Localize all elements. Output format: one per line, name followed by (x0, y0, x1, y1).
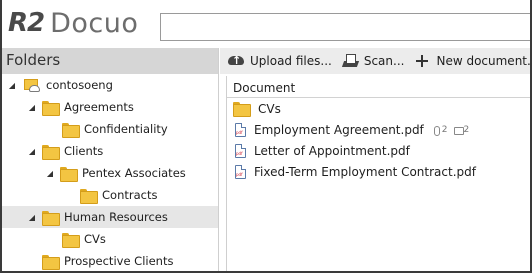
scan-button[interactable]: Scan... (342, 53, 405, 69)
scanner-icon (342, 53, 359, 69)
folder-icon (233, 102, 251, 117)
folder-icon (80, 188, 98, 204)
tree-item-clients[interactable]: ◢ Clients (2, 140, 218, 162)
folders-sidebar: Folders ◢ contosoeng ◢ Agreements Confid… (2, 48, 219, 271)
tree-item-label: Prospective Clients (64, 254, 174, 268)
tree-item-contosoeng[interactable]: ◢ contosoeng (2, 74, 218, 96)
logo[interactable]: R2 Docuo (8, 7, 139, 39)
tree-item-prospective-clients[interactable]: Prospective Clients (2, 250, 218, 271)
list-item[interactable]: CVs (227, 98, 530, 119)
toolbar: Upload files... Scan... New document... (220, 48, 530, 74)
pdf-file-icon (235, 122, 246, 137)
attachment-count: 2 (441, 124, 448, 135)
paperclip-icon (432, 125, 440, 136)
header: R2 Docuo (2, 0, 530, 46)
pdf-file-icon (235, 164, 246, 179)
tree-item-label: Contracts (102, 188, 158, 202)
tree-item-cvs[interactable]: CVs (2, 228, 218, 250)
document-name: CVs (258, 101, 281, 116)
pdf-file-icon (235, 143, 246, 158)
collapse-arrow-icon[interactable]: ◢ (26, 147, 38, 156)
cloud-upload-icon (228, 53, 245, 69)
tree-item-label: Clients (64, 144, 104, 158)
folder-icon (42, 210, 60, 226)
folder-icon (62, 122, 80, 138)
collapse-arrow-icon[interactable]: ◢ (44, 169, 56, 178)
tree-item-human-resources[interactable]: ◢ Human Resources (2, 206, 218, 228)
document-badges: 2 2 (432, 124, 475, 136)
upload-files-button[interactable]: Upload files... (228, 53, 332, 69)
tree-item-agreements[interactable]: ◢ Agreements (2, 96, 218, 118)
document-name: Fixed-Term Employment Contract.pdf (254, 164, 476, 179)
list-item[interactable]: Letter of Appointment.pdf (227, 140, 530, 161)
tree-item-confidentiality[interactable]: Confidentiality (2, 118, 218, 140)
search-input[interactable] (160, 13, 530, 41)
comment-count: 2 (463, 124, 470, 135)
collapse-arrow-icon[interactable]: ◢ (26, 213, 38, 222)
document-list: Document CVs Employment Agreement.pdf 2 … (226, 76, 530, 271)
comment-icon (453, 126, 464, 135)
document-name: Employment Agreement.pdf (254, 122, 424, 137)
folder-icon (60, 166, 78, 182)
tree-item-label: CVs (84, 232, 106, 246)
document-name: Letter of Appointment.pdf (254, 143, 410, 158)
list-item[interactable]: Fixed-Term Employment Contract.pdf (227, 161, 530, 182)
new-document-button[interactable]: New document... (414, 53, 530, 69)
list-item[interactable]: Employment Agreement.pdf 2 2 (227, 119, 530, 140)
tree-item-label: Confidentiality (84, 122, 168, 136)
upload-files-label: Upload files... (250, 54, 332, 68)
collapse-arrow-icon[interactable]: ◢ (26, 103, 38, 112)
cloud-folder-icon (24, 78, 40, 93)
column-header-document[interactable]: Document (227, 76, 530, 98)
sidebar-title: Folders (2, 48, 218, 74)
tree-item-label: Human Resources (64, 210, 168, 224)
tree-item-pentex-associates[interactable]: ◢ Pentex Associates (2, 162, 218, 184)
folder-icon (62, 232, 80, 248)
logo-mark: R2 (8, 8, 45, 38)
logo-name: Docuo (50, 7, 139, 39)
app-window: R2 Docuo Folders ◢ contosoeng ◢ Agreemen… (0, 0, 532, 273)
folder-icon (42, 100, 60, 116)
collapse-arrow-icon[interactable]: ◢ (6, 81, 18, 90)
tree-item-label: Pentex Associates (82, 166, 186, 180)
folder-icon (42, 144, 60, 160)
folder-tree: ◢ contosoeng ◢ Agreements Confidentialit… (2, 74, 218, 271)
folder-icon (42, 254, 60, 270)
new-document-label: New document... (436, 54, 530, 68)
tree-item-contracts[interactable]: Contracts (2, 184, 218, 206)
tree-item-label: contosoeng (46, 78, 113, 92)
plus-icon (414, 53, 431, 69)
tree-item-label: Agreements (64, 100, 134, 114)
scan-label: Scan... (363, 54, 405, 68)
